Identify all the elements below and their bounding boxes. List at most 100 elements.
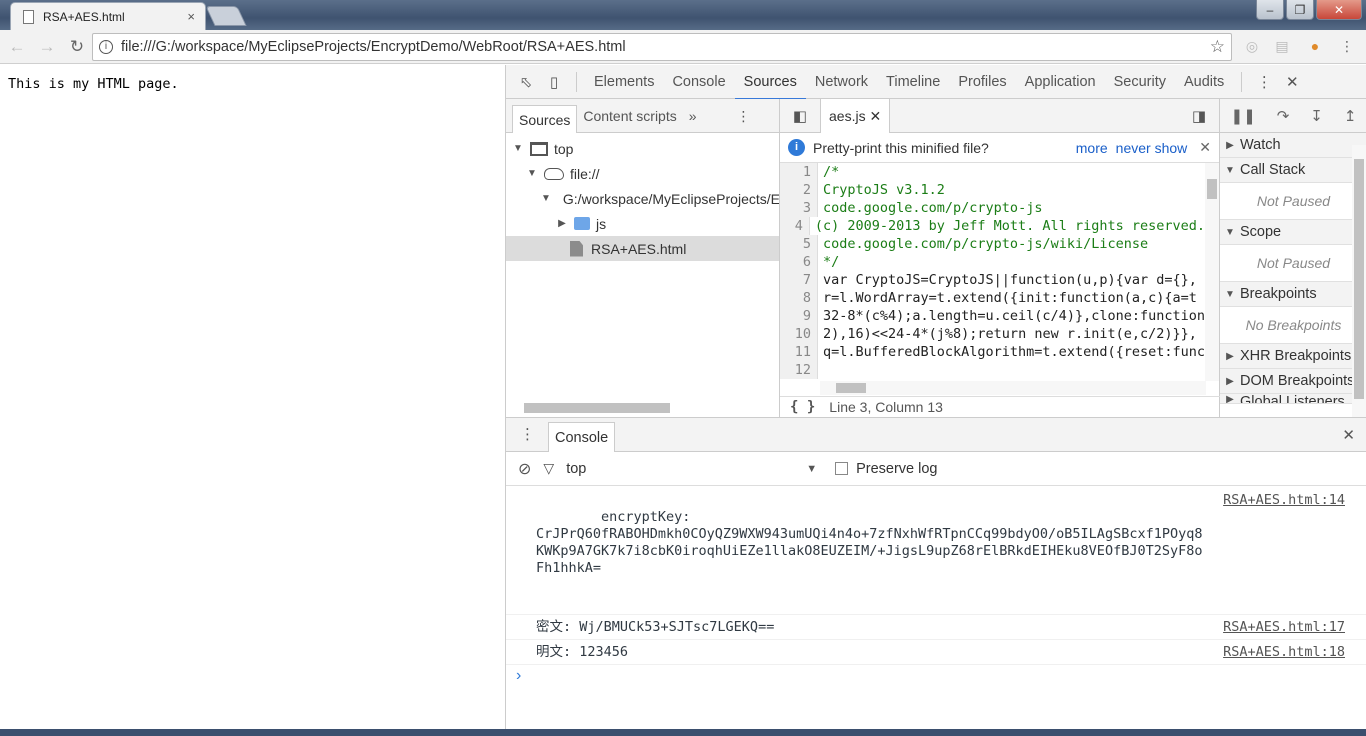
context-select[interactable]: top <box>566 461 806 477</box>
bookmark-star-icon[interactable]: ☆ <box>1210 37 1225 57</box>
navigator-horizontal-scrollbar[interactable] <box>510 401 776 413</box>
close-window-button[interactable]: ✕ <box>1316 0 1362 20</box>
step-into-icon[interactable]: ↧ <box>1310 107 1323 125</box>
tab-profiles[interactable]: Profiles <box>949 65 1015 99</box>
drawer-menu-icon[interactable]: ⋮ <box>520 425 535 443</box>
collapse-triangle-icon: ▶ <box>1226 375 1234 387</box>
sidebar-scrollbar[interactable] <box>1352 145 1366 417</box>
line-number[interactable]: 8 <box>780 289 818 307</box>
tree-item-file[interactable]: ▼ file:// <box>506 161 779 186</box>
forward-arrow-icon[interactable]: → <box>34 34 60 60</box>
close-drawer-icon[interactable]: ✕ <box>1342 426 1355 444</box>
step-out-icon[interactable]: ↥ <box>1344 107 1357 125</box>
step-over-icon[interactable]: ↷ <box>1277 107 1290 125</box>
tab-audits[interactable]: Audits <box>1175 65 1233 99</box>
line-number[interactable]: 1 <box>780 163 818 181</box>
extension-icon[interactable]: ▤ <box>1273 38 1291 56</box>
close-devtools-icon[interactable]: ✕ <box>1278 68 1306 96</box>
info-icon[interactable]: i <box>99 40 113 54</box>
tree-item-html-file[interactable]: RSA+AES.html <box>506 236 779 261</box>
minimize-button[interactable]: – <box>1256 0 1284 20</box>
editor-tabbar: ◧ aes.js ✕ ◨ <box>780 98 1219 133</box>
editor-file-tab[interactable]: aes.js ✕ <box>820 98 891 133</box>
address-bar[interactable]: i file:///G:/workspace/MyEclipseProjects… <box>92 33 1232 61</box>
toggle-navigator-icon[interactable]: ◧ <box>786 102 814 130</box>
tab-content-scripts[interactable]: Content scripts <box>577 102 682 130</box>
tree-item-js[interactable]: ▶ js <box>506 211 779 236</box>
device-toggle-icon[interactable]: ▯ <box>540 68 568 96</box>
code-line: 12 <box>780 361 1205 379</box>
line-number[interactable]: 9 <box>780 307 818 325</box>
url-text[interactable]: file:///G:/workspace/MyEclipseProjects/E… <box>121 39 1210 55</box>
close-tab-icon[interactable]: ✕ <box>869 108 881 124</box>
pretty-more-link[interactable]: more <box>1076 140 1108 156</box>
tab-sources[interactable]: Sources <box>734 65 807 100</box>
line-number[interactable]: 7 <box>780 271 818 289</box>
section-dom-breakpoints[interactable]: ▶ DOM Breakpoints <box>1220 369 1366 394</box>
pretty-never-show-link[interactable]: never show <box>1116 140 1188 156</box>
collapse-triangle-icon[interactable]: ▶ <box>556 218 568 229</box>
message-source-link[interactable]: RSA+AES.html:17 <box>1223 619 1345 636</box>
section-scope[interactable]: ▼ Scope <box>1220 220 1366 245</box>
expand-triangle-icon[interactable]: ▼ <box>526 168 538 179</box>
expand-triangle-icon[interactable]: ▼ <box>512 143 524 154</box>
maximize-button[interactable]: ❐ <box>1286 0 1314 20</box>
menu-icon[interactable]: ⋮ <box>1338 38 1356 56</box>
inspect-icon[interactable]: ⬁ <box>512 68 540 96</box>
line-number[interactable]: 10 <box>780 325 818 343</box>
section-call-stack[interactable]: ▼ Call Stack <box>1220 158 1366 183</box>
line-number[interactable]: 6 <box>780 253 818 271</box>
message-source-link[interactable]: RSA+AES.html:14 <box>1223 492 1345 509</box>
section-title: DOM Breakpoints <box>1240 373 1355 389</box>
extension-icon[interactable]: ● <box>1306 38 1324 56</box>
section-watch[interactable]: ▶ Watch <box>1220 133 1366 158</box>
tab-close-icon[interactable]: × <box>187 9 195 24</box>
section-global-listeners[interactable]: ▶ Global Listeners <box>1220 394 1366 404</box>
section-xhr-breakpoints[interactable]: ▶ XHR Breakpoints <box>1220 344 1366 369</box>
console-prompt[interactable]: › <box>506 665 1366 687</box>
format-icon[interactable]: { } <box>790 399 815 415</box>
preserve-log-checkbox[interactable] <box>835 462 849 475</box>
dropdown-arrow-icon[interactable]: ▼ <box>806 463 817 475</box>
tab-security[interactable]: Security <box>1105 65 1175 99</box>
code-line: 5 code.google.com/p/crypto-js/wiki/Licens… <box>780 235 1205 253</box>
toggle-debugger-icon[interactable]: ◨ <box>1185 102 1213 130</box>
clear-console-icon[interactable]: ⊘ <box>518 459 531 479</box>
drawer-tab-console[interactable]: Console <box>548 421 616 452</box>
line-number[interactable]: 2 <box>780 181 818 199</box>
line-number[interactable]: 4 <box>780 217 810 235</box>
message-source-link[interactable]: RSA+AES.html:18 <box>1223 644 1345 661</box>
pause-icon[interactable]: ❚❚ <box>1231 107 1256 125</box>
browser-tab[interactable]: RSA+AES.html × <box>10 2 206 30</box>
code-vertical-scrollbar[interactable] <box>1205 163 1219 381</box>
more-options-icon[interactable]: ⋮ <box>1250 68 1278 96</box>
new-tab-button[interactable] <box>205 6 247 26</box>
reload-icon[interactable]: ↻ <box>64 34 90 60</box>
debugger-sidebar: ❚❚ ↷ ↧ ↥ ▶ Watch ▼ Call Stack Not Paused ▼… <box>1220 99 1366 417</box>
tab-network[interactable]: Network <box>806 65 877 99</box>
code-line: 8 r=l.WordArray=t.extend({init:function(a… <box>780 289 1205 307</box>
tab-application[interactable]: Application <box>1016 65 1105 99</box>
navigator-menu-icon[interactable]: ⋮ <box>731 102 757 130</box>
line-number[interactable]: 3 <box>780 199 818 217</box>
expand-triangle-icon[interactable]: ▼ <box>541 193 551 204</box>
close-infobar-icon[interactable]: ✕ <box>1199 139 1211 156</box>
tree-item-webroot[interactable]: ▼ G:/workspace/MyEclipseProjects/Encrypt… <box>506 186 779 211</box>
section-breakpoints[interactable]: ▼ Breakpoints <box>1220 282 1366 307</box>
tab-elements[interactable]: Elements <box>585 65 663 99</box>
line-number[interactable]: 12 <box>780 361 818 379</box>
more-tabs-icon[interactable]: » <box>683 102 703 130</box>
tab-timeline[interactable]: Timeline <box>877 65 949 99</box>
code-area[interactable]: 1 /* 2 CryptoJS v3.1.2 3 code.google.com/p/cr… <box>780 163 1205 381</box>
filter-icon[interactable]: ▽ <box>543 460 554 477</box>
tree-item-top[interactable]: ▼ top <box>506 136 779 161</box>
line-number[interactable]: 5 <box>780 235 818 253</box>
tab-console[interactable]: Console <box>663 65 734 99</box>
code-text: r=l.WordArray=t.extend({init:function(a,… <box>823 290 1197 306</box>
line-number[interactable]: 11 <box>780 343 818 361</box>
tab-navigator-sources[interactable]: Sources <box>512 104 578 133</box>
code-horizontal-scrollbar[interactable] <box>820 381 1206 395</box>
back-arrow-icon[interactable]: ← <box>4 34 30 60</box>
extension-icon[interactable]: ◎ <box>1243 38 1261 56</box>
tree-item-label: js <box>596 215 607 232</box>
